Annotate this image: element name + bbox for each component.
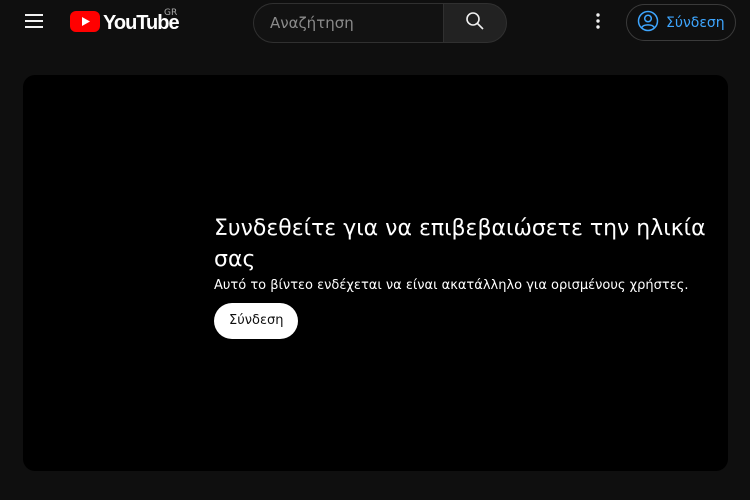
search-input[interactable] <box>253 3 443 43</box>
search-box <box>253 3 507 43</box>
youtube-logo[interactable]: YouTube <box>70 9 180 37</box>
video-player: Συνδεθείτε για να επιβεβαιώσετε την ηλικ… <box>23 75 728 471</box>
age-gate-message: Συνδεθείτε για να επιβεβαιώσετε την ηλικ… <box>214 213 724 339</box>
magnifier-icon <box>465 11 485 35</box>
youtube-play-icon <box>70 10 100 36</box>
search-button[interactable] <box>443 3 507 43</box>
vertical-dots-icon <box>595 12 601 34</box>
age-gate-title: Συνδεθείτε για να επιβεβαιώσετε την ηλικ… <box>214 216 706 272</box>
settings-more-button[interactable] <box>582 5 614 41</box>
country-code: GR <box>164 8 178 18</box>
age-gate-signin-button[interactable]: Σύνδεση <box>214 303 299 339</box>
user-circle-icon <box>637 10 666 36</box>
signin-label: Σύνδεση <box>666 14 725 31</box>
masthead: YouTube GR Αναζήτηση Σύνδεση <box>0 0 750 46</box>
signin-button[interactable]: Σύνδεση <box>626 4 736 41</box>
hamburger-menu-icon <box>24 13 44 33</box>
guide-menu-button[interactable] <box>14 4 54 42</box>
age-gate-subtitle: Αυτό το βίντεο ενδέχεται να είναι ακατάλ… <box>214 278 689 293</box>
